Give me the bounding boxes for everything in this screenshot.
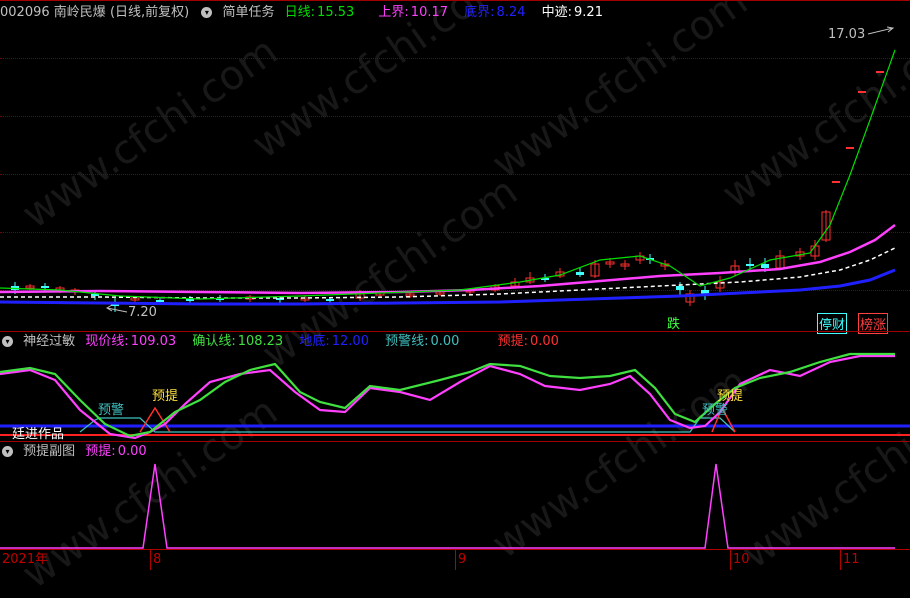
- time-axis-label: 10: [730, 550, 750, 570]
- high-price-label: 17.03: [828, 27, 865, 42]
- warn-value: 0.00: [430, 334, 460, 349]
- time-axis-label: 8: [150, 550, 161, 570]
- time-axis-label: 11: [840, 550, 860, 570]
- confirm-value: 108.23: [237, 334, 284, 349]
- indicator-dropdown-icon[interactable]: ▾: [201, 7, 213, 18]
- now-label: 现价线:: [85, 334, 129, 349]
- pre-annotation-2: 预提: [717, 388, 743, 404]
- mid-label: 中迹:: [541, 5, 573, 20]
- pre-label: 预提:: [497, 334, 528, 349]
- candle-body: [576, 272, 584, 275]
- candle-body: [326, 299, 334, 301]
- warn-annotation-2: 预警: [702, 402, 728, 418]
- time-axis: 2021年 8 9 10 11: [0, 549, 910, 570]
- daily-value: 15.53: [317, 5, 355, 20]
- credit-label: 廷进作品: [12, 427, 64, 442]
- oscillator-chart[interactable]: 预警 预提 预警 预提 廷进作品: [0, 352, 910, 442]
- pre-chart[interactable]: [0, 462, 910, 550]
- price-chart[interactable]: 17.03 7.20: [0, 20, 910, 332]
- warn-annotation: 预警: [98, 402, 124, 418]
- bottom-label: 底界:: [464, 5, 495, 20]
- pre-line: [139, 406, 736, 433]
- daily-line: [0, 49, 896, 300]
- high-price-arrow: [867, 26, 895, 35]
- pre-signal-line: [0, 463, 895, 549]
- sub-chart-header: ▾ 神经过敏 现价线: 109.03 确认线: 108.23 地底: 12.00 预警…: [0, 332, 571, 352]
- third-indicator-name[interactable]: 预提副图: [23, 444, 75, 459]
- upper-label: 上界:: [378, 5, 409, 20]
- indicator-dropdown-icon[interactable]: ▾: [2, 336, 13, 347]
- confirm-line: [0, 352, 895, 438]
- warn-label: 预警线:: [385, 334, 429, 349]
- candle-body: [761, 264, 769, 268]
- upper-line: [0, 224, 896, 295]
- limit-up-marks: [832, 71, 884, 183]
- confirm-label: 确认线:: [192, 334, 236, 349]
- pre-annotation: 预提: [152, 388, 178, 404]
- time-axis-label: 9: [455, 550, 466, 570]
- stock-code: 002096: [0, 5, 50, 20]
- third-chart-header: ▾ 预提副图 预提: 0.00: [0, 442, 159, 462]
- time-axis-label: 2021年: [2, 552, 49, 567]
- candle-body: [746, 264, 754, 266]
- indicator-dropdown-icon[interactable]: ▾: [2, 446, 13, 457]
- stock-name: 南岭民爆: [53, 5, 106, 20]
- period-mode[interactable]: (日线,前复权): [110, 5, 189, 20]
- now-value: 109.03: [130, 334, 177, 349]
- daily-label: 日线:: [284, 5, 316, 20]
- bottom-line: [0, 268, 896, 306]
- mid-value: 9.21: [574, 5, 603, 20]
- signal-fall: 跌: [667, 317, 681, 332]
- candle-body: [676, 286, 684, 290]
- third-pre-label: 预提:: [85, 444, 116, 459]
- low-price-arrow: [106, 304, 128, 313]
- third-pre-value: 0.00: [117, 444, 147, 459]
- floor-label: 地底:: [299, 334, 330, 349]
- candle-body: [41, 286, 49, 288]
- floor-value: 12.00: [331, 334, 369, 349]
- bottom-value: 8.24: [496, 5, 526, 20]
- main-top-border: [0, 0, 910, 1]
- candle-body: [156, 300, 164, 302]
- indicator-name[interactable]: 简单任务: [223, 5, 275, 20]
- pre-value: 0.00: [529, 334, 559, 349]
- upper-value: 10.17: [410, 5, 449, 20]
- low-price-label: 7.20: [128, 305, 157, 320]
- sub-indicator-name[interactable]: 神经过敏: [23, 334, 75, 349]
